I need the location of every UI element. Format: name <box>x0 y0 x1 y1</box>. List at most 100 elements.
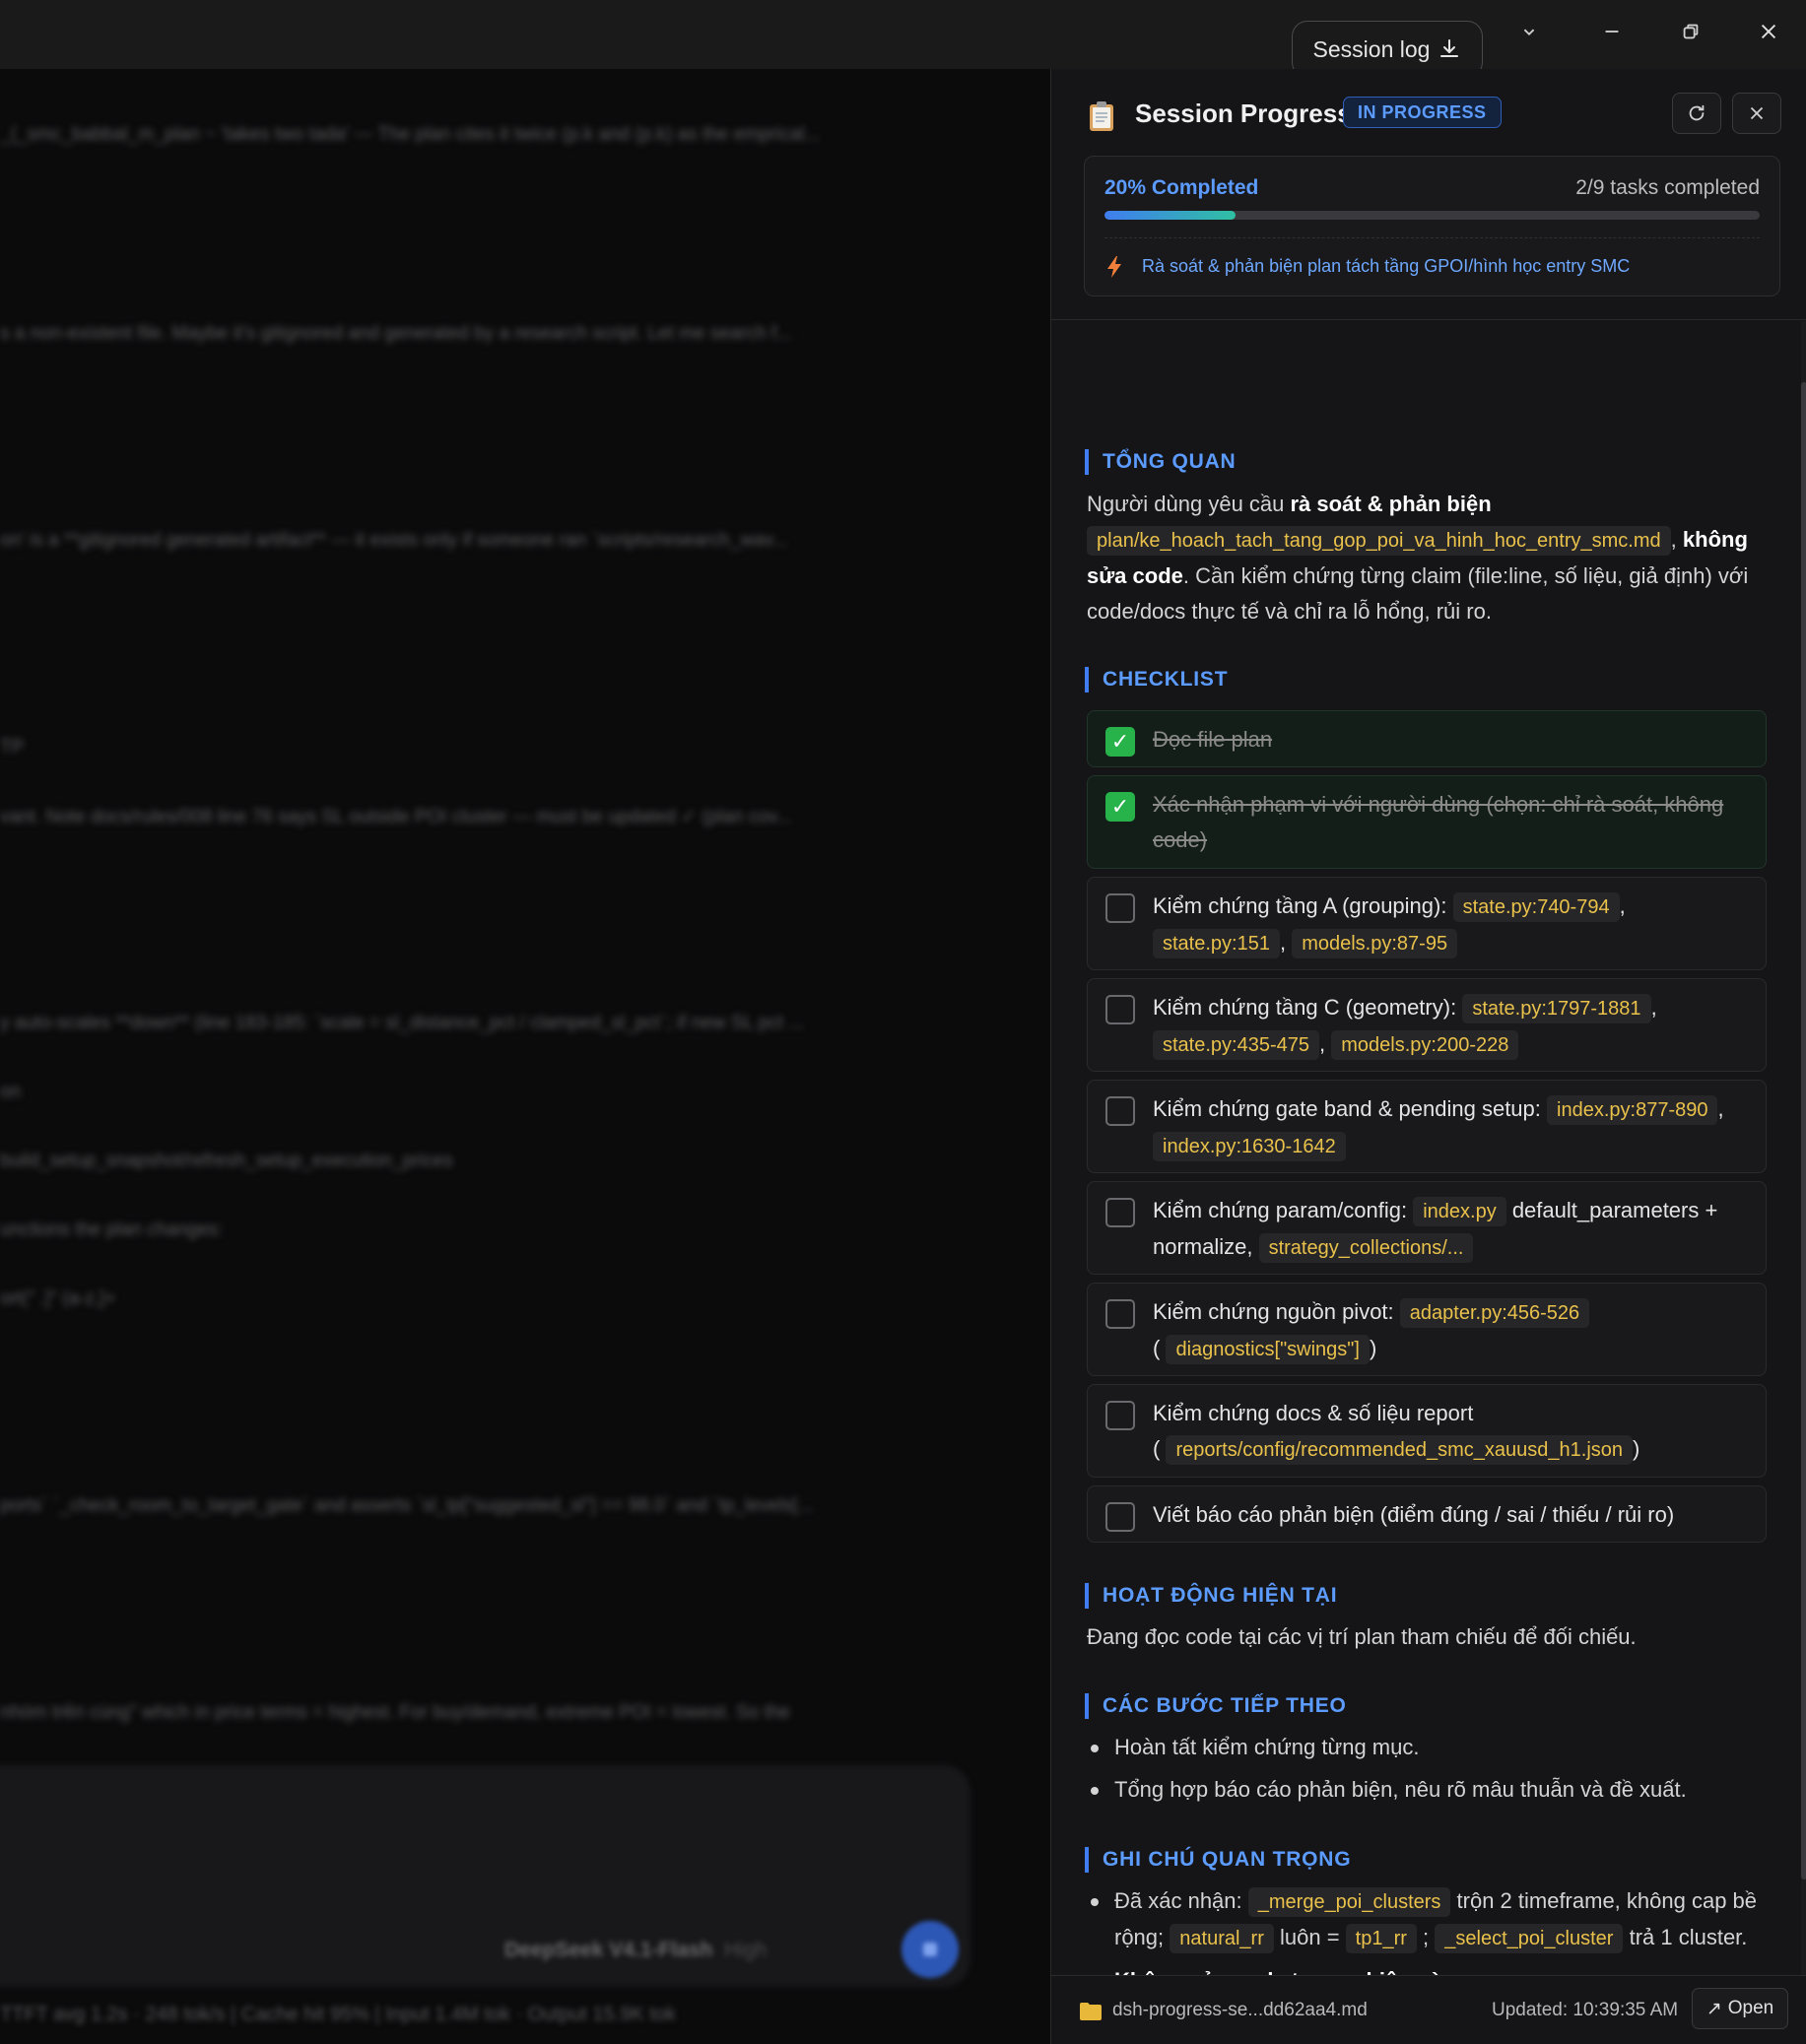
transcript-line: vant. Note docs/rules/008 line 76 says S… <box>0 807 792 827</box>
checklist-item[interactable]: Kiểm chứng tầng C (geometry): state.py:1… <box>1087 978 1767 1072</box>
checkbox[interactable] <box>1105 893 1135 923</box>
transcript-line: _(_smc_babbal_m_plan ~ 'takes two tada' … <box>0 124 821 145</box>
transcript-line: unctions the plan changes: <box>0 1220 224 1240</box>
current-activity-text: Đang đọc code tại các vị trí plan tham c… <box>1087 1624 1637 1649</box>
close-panel-button[interactable] <box>1732 93 1781 134</box>
minimize-button[interactable] <box>1584 12 1639 51</box>
section-title-overview: TỔNG QUAN <box>1085 449 1237 475</box>
folder-icon <box>1080 2003 1102 2020</box>
checklist-item[interactable]: Kiểm chứng docs & số liệu report( report… <box>1087 1384 1767 1478</box>
checklist-item[interactable]: Kiểm chứng tầng A (grouping): state.py:7… <box>1087 877 1767 970</box>
progress-bar-fill <box>1104 211 1236 220</box>
lightning-icon <box>1107 256 1121 278</box>
checkbox[interactable] <box>1105 1096 1135 1126</box>
minimize-icon <box>1605 31 1619 33</box>
section-title-checklist: CHECKLIST <box>1085 667 1228 692</box>
checklist-item-text: Viết báo cáo phản biện (điểm đúng / sai … <box>1153 1502 1675 1527</box>
code-ref: index.py:877-890 <box>1547 1095 1718 1125</box>
transcript-line: nhóm trên cùng" which in price terms = h… <box>0 1702 790 1723</box>
message-composer[interactable] <box>0 1765 970 1987</box>
section-title-current-activity: HOẠT ĐỘNG HIỆN TẠI <box>1085 1583 1337 1609</box>
checklist-item[interactable]: Kiểm chứng nguồn pivot: adapter.py:456-5… <box>1087 1283 1767 1376</box>
section-title-next-steps: CÁC BƯỚC TIẾP THEO <box>1085 1693 1347 1719</box>
list-item: Đã xác nhận: _merge_poi_clusters trộn 2 … <box>1087 1883 1767 1956</box>
restore-icon <box>1683 24 1699 39</box>
transcript-line: on <box>0 1082 22 1102</box>
dropdown-chevron-button[interactable] <box>1502 12 1557 51</box>
percent-completed: 20% Completed <box>1104 176 1259 199</box>
code-ref: models.py:87-95 <box>1292 929 1458 958</box>
checklist-item[interactable]: Kiểm chứng gate band & pending setup: in… <box>1087 1080 1767 1173</box>
code-ref: reports/config/recommended_smc_xauusd_h1… <box>1166 1435 1634 1465</box>
checkbox-checked[interactable]: ✓ <box>1105 792 1135 822</box>
code-ref: _merge_poi_clusters <box>1247 1887 1451 1917</box>
code-ref: strategy_collections/... <box>1258 1233 1474 1263</box>
code-ref: tp1_rr <box>1345 1924 1417 1953</box>
restore-button[interactable] <box>1663 12 1718 51</box>
checkbox[interactable] <box>1105 1299 1135 1329</box>
close-window-button[interactable] <box>1741 12 1796 51</box>
code-ref: state.py:435-475 <box>1153 1030 1319 1060</box>
transcript-line: ort(" .]" (a-z,]+ <box>0 1288 116 1309</box>
checklist-item-text: Kiểm chứng gate band & pending setup: in… <box>1153 1091 1754 1164</box>
panel-footer: dsh-progress-se...dd62aa4.md Updated: 10… <box>1051 1975 1806 2044</box>
divider <box>1104 237 1760 238</box>
notes-list: Đã xác nhận: _merge_poi_clusters trộn 2 … <box>1087 1883 1767 1976</box>
checklist-item-text: Kiểm chứng docs & số liệu report( report… <box>1153 1396 1754 1468</box>
session-progress-panel: Session Progress IN PROGRESS 20% Complet… <box>1050 69 1806 2044</box>
chat-transcript-background: _(_smc_babbal_m_plan ~ 'takes two tada' … <box>0 69 1050 2044</box>
scrollbar-thumb[interactable] <box>1801 382 1806 1879</box>
next-steps-list: Hoàn tất kiểm chứng từng mục. Tổng hợp b… <box>1087 1730 1767 1814</box>
open-button-label: Open <box>1727 1998 1774 2018</box>
code-ref: _select_poi_cluster <box>1435 1924 1624 1953</box>
model-selector[interactable]: DeepSeek V4.1-Flash <box>504 1939 712 1962</box>
session-log-label: Session log <box>1312 35 1431 62</box>
transcript-line: build_setup_snapshot/refresh_setup_execu… <box>0 1151 453 1171</box>
checklist-item[interactable]: ✓ Đọc file plan <box>1087 710 1767 767</box>
code-ref: state.py:1797-1881 <box>1462 994 1651 1023</box>
checklist-item-text: Kiểm chứng nguồn pivot: adapter.py:456-5… <box>1153 1294 1754 1367</box>
progress-bar <box>1104 211 1760 220</box>
checklist-item-text: Kiểm chứng param/config: index.py defaul… <box>1153 1193 1754 1266</box>
clipboard-icon <box>1090 101 1113 131</box>
checkbox-checked[interactable]: ✓ <box>1105 727 1135 757</box>
code-ref: models.py:200-228 <box>1331 1030 1519 1060</box>
scrollbar[interactable] <box>1801 321 1806 1976</box>
code-ref: diagnostics["swings"] <box>1166 1335 1370 1364</box>
refresh-button[interactable] <box>1672 93 1721 134</box>
token-status-bar: TTFT avg 1.2s · 248 tok/s | Cache hit 95… <box>0 2004 676 2025</box>
code-ref: index.py:1630-1642 <box>1153 1132 1346 1161</box>
title-bar: Session log <box>0 0 1806 78</box>
transcript-line: TP <box>0 737 25 758</box>
updated-timestamp: Updated: 10:39:35 AM <box>1492 2000 1679 2020</box>
close-icon <box>1750 106 1764 120</box>
panel-header: Session Progress IN PROGRESS 20% Complet… <box>1051 69 1806 320</box>
external-link-icon: ↗ <box>1706 1998 1722 2019</box>
code-ref: state.py:151 <box>1153 929 1280 958</box>
send-button[interactable] <box>902 1921 959 1978</box>
transcript-line: on' is a **gitignored generated artifact… <box>0 530 788 551</box>
checklist-item[interactable]: ✓ Xác nhận phạm vi với người dùng (chọn:… <box>1087 775 1767 869</box>
checkbox[interactable] <box>1105 1401 1135 1430</box>
code-ref: plan/ke_hoach_tach_tang_gop_poi_va_hinh_… <box>1087 526 1671 556</box>
code-ref: natural_rr <box>1170 1924 1274 1953</box>
checkbox[interactable] <box>1105 995 1135 1024</box>
refresh-icon <box>1689 104 1705 121</box>
panel-title: Session Progress <box>1135 99 1352 128</box>
code-ref: adapter.py:456-526 <box>1399 1298 1590 1328</box>
code-ref: state.py:740-794 <box>1452 892 1620 922</box>
transcript-line: s a non-existent file. Maybe it's gitign… <box>0 323 793 344</box>
checklist-item[interactable]: Kiểm chứng param/config: index.py defaul… <box>1087 1181 1767 1275</box>
overview-text: Người dùng yêu cầu rà soát & phản biện p… <box>1087 492 1749 624</box>
checkbox[interactable] <box>1105 1198 1135 1227</box>
list-item: Tổng hợp báo cáo phản biện, nêu rõ mâu t… <box>1087 1772 1767 1808</box>
checklist-item-text: Kiểm chứng tầng A (grouping): state.py:7… <box>1153 889 1754 961</box>
panel-body[interactable]: TỔNG QUAN Người dùng yêu cầu rà soát & p… <box>1051 321 1806 1976</box>
open-button[interactable]: ↗ Open <box>1692 1988 1788 2029</box>
checklist-item[interactable]: Viết báo cáo phản biện (điểm đúng / sai … <box>1087 1485 1767 1543</box>
section-title-important-notes: GHI CHÚ QUAN TRỌNG <box>1085 1847 1351 1873</box>
status-badge: IN PROGRESS <box>1343 97 1502 128</box>
download-icon <box>1440 39 1459 57</box>
checkbox[interactable] <box>1105 1502 1135 1532</box>
checklist-item-text: Xác nhận phạm vi với người dùng (chọn: c… <box>1153 792 1724 852</box>
